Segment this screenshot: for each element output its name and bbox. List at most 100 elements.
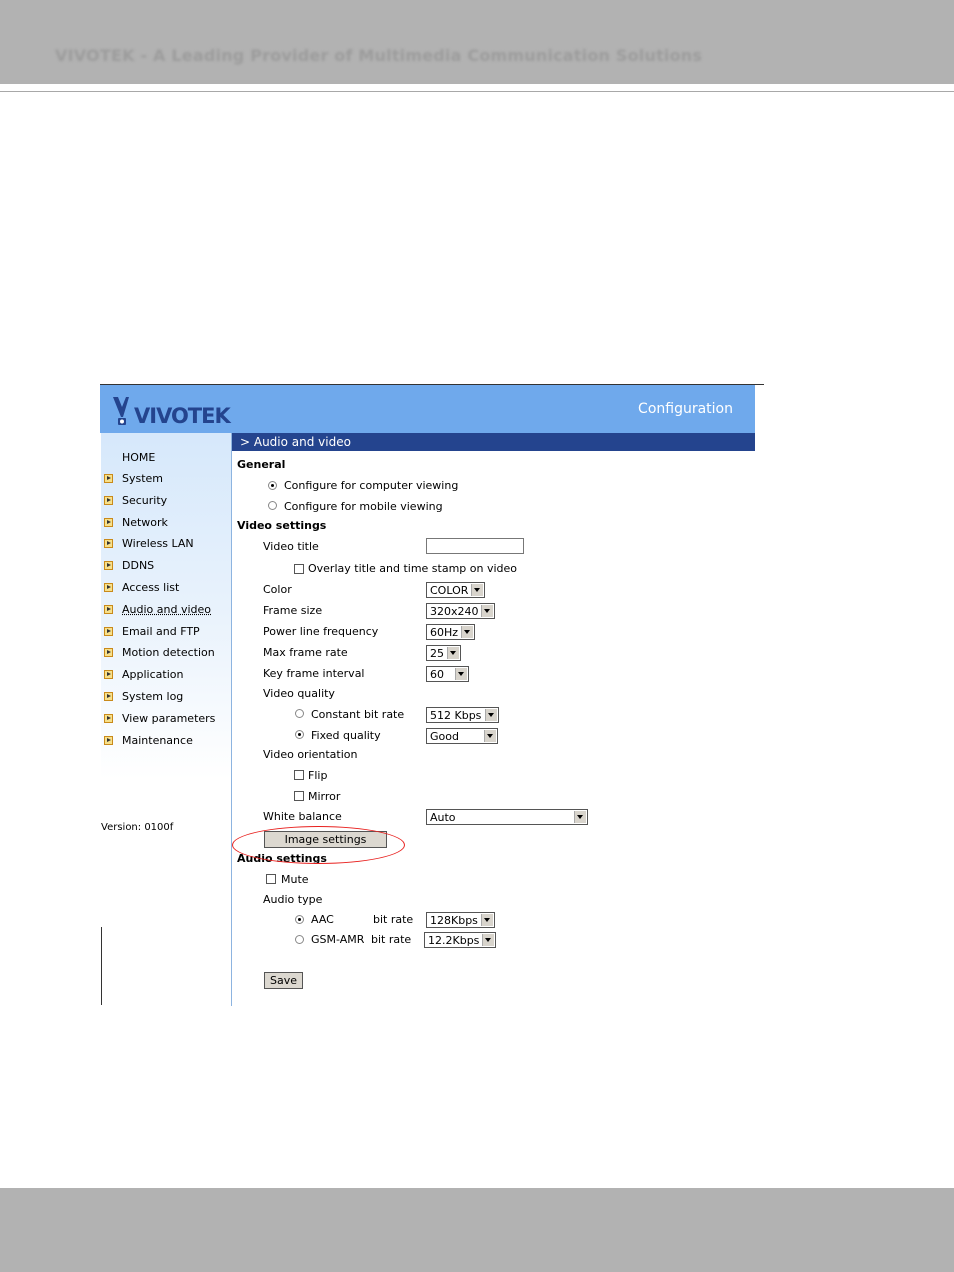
page-footer-band [0, 1188, 954, 1272]
fixed-quality-select-value: Good [430, 730, 459, 743]
power-line-label: Power line frequency [263, 625, 379, 638]
gsm-bitrate-select-value: 12.2Kbps [428, 934, 480, 947]
max-frame-rate-select[interactable]: 25 [426, 645, 461, 661]
mobile-viewing-radio[interactable] [268, 501, 277, 510]
overlay-checkbox[interactable] [294, 564, 304, 574]
sidebar-item-label: Email and FTP [122, 625, 200, 638]
computer-viewing-radio[interactable] [268, 481, 277, 490]
frame-size-select-value: 320x240 [430, 605, 479, 618]
max-frame-rate-label: Max frame rate [263, 646, 348, 659]
mirror-checkbox[interactable] [294, 791, 304, 801]
dropdown-arrow-icon [461, 626, 473, 638]
sidebar-item-label: View parameters [122, 712, 216, 725]
audio-settings-heading: Audio settings [237, 852, 327, 865]
section-title: > Audio and video [240, 435, 351, 449]
power-line-select[interactable]: 60Hz [426, 624, 475, 640]
arrow-bullet-icon [104, 583, 113, 592]
arrow-bullet-icon [104, 561, 113, 570]
page-header-text: VIVOTEK - A Leading Provider of Multimed… [55, 46, 703, 65]
dropdown-arrow-icon [455, 668, 467, 680]
banner-title: Configuration [638, 401, 733, 417]
aac-bitrate-select-value: 128Kbps [430, 914, 478, 927]
sidebar-item-label: Maintenance [122, 734, 193, 747]
mute-checkbox[interactable] [266, 874, 276, 884]
dropdown-arrow-icon [482, 934, 494, 946]
key-frame-select[interactable]: 60 [426, 666, 469, 682]
image-settings-button[interactable]: Image settings [264, 831, 387, 848]
arrow-bullet-icon [104, 714, 113, 723]
save-button[interactable]: Save [264, 972, 303, 989]
vivotek-logo: VIVOTEK [113, 397, 232, 427]
sidebar-item-label: Network [122, 516, 168, 529]
dropdown-arrow-icon [481, 914, 493, 926]
constant-bit-rate-select-value: 512 Kbps [430, 709, 482, 722]
settings-form: General Configure for computer viewing C… [232, 451, 755, 1006]
constant-bit-rate-label: Constant bit rate [311, 708, 405, 721]
white-balance-select-value: Auto [430, 811, 456, 824]
computer-viewing-label: Configure for computer viewing [284, 479, 459, 492]
sidebar: HOME System Security Network Wireless LA… [101, 433, 231, 1004]
mirror-label: Mirror [308, 790, 341, 803]
gsm-amr-radio[interactable] [295, 935, 304, 944]
dropdown-arrow-icon [484, 730, 496, 742]
sidebar-item-label: System log [122, 690, 184, 703]
arrow-bullet-icon [104, 539, 113, 548]
key-frame-select-value: 60 [430, 668, 444, 681]
aac-radio[interactable] [295, 915, 304, 924]
aac-label: AAC [311, 913, 334, 926]
mobile-viewing-label: Configure for mobile viewing [284, 500, 443, 513]
aac-bitrate-select[interactable]: 128Kbps [426, 912, 495, 928]
fixed-quality-radio[interactable] [295, 730, 304, 739]
constant-bit-rate-select[interactable]: 512 Kbps [426, 707, 499, 723]
arrow-bullet-icon [104, 648, 113, 657]
header-rule [0, 91, 954, 92]
overlay-label: Overlay title and time stamp on video [308, 562, 518, 575]
sidebar-item-label: Audio and video [122, 603, 211, 616]
sidebar-item-label: Application [122, 668, 184, 681]
sidebar-home-link[interactable]: HOME [122, 451, 155, 464]
svg-text:VIVOTEK: VIVOTEK [134, 404, 231, 427]
video-quality-label: Video quality [263, 687, 335, 700]
sidebar-item-label: Motion detection [122, 646, 215, 659]
constant-bit-rate-radio[interactable] [295, 709, 304, 718]
arrow-bullet-icon [104, 605, 113, 614]
sidebar-item-label: Access list [122, 581, 180, 594]
aac-bitrate-label: bit rate [373, 913, 414, 926]
left-border-mark [101, 927, 102, 1005]
gsm-bitrate-select[interactable]: 12.2Kbps [424, 932, 496, 948]
arrow-bullet-icon [104, 496, 113, 505]
video-title-label: Video title [263, 540, 319, 553]
white-balance-label: White balance [263, 810, 342, 823]
dropdown-arrow-icon [485, 709, 497, 721]
mute-label: Mute [281, 873, 309, 886]
configuration-window: VIVOTEK Configuration HOME System Securi… [100, 384, 764, 1006]
power-line-select-value: 60Hz [430, 626, 459, 639]
frame-size-select[interactable]: 320x240 [426, 603, 495, 619]
flip-label: Flip [308, 769, 328, 782]
color-select[interactable]: COLOR [426, 582, 485, 598]
key-frame-label: Key frame interval [263, 667, 365, 680]
sidebar-item-label: System [122, 472, 164, 485]
page-header-band: VIVOTEK - A Leading Provider of Multimed… [0, 0, 954, 84]
dropdown-arrow-icon [574, 811, 586, 823]
dropdown-arrow-icon [447, 647, 459, 659]
video-title-input[interactable] [426, 538, 524, 554]
sidebar-item-label: Security [122, 494, 168, 507]
section-title-bar: > Audio and video [232, 433, 755, 451]
arrow-bullet-icon [104, 692, 113, 701]
audio-type-label: Audio type [263, 893, 323, 906]
gsm-bitrate-label: bit rate [371, 933, 412, 946]
arrow-bullet-icon [104, 627, 113, 636]
arrow-bullet-icon [104, 518, 113, 527]
version-text: Version: 0100f [101, 822, 174, 833]
sidebar-item-label: DDNS [122, 559, 155, 572]
sidebar-item-label: Wireless LAN [122, 537, 194, 550]
arrow-bullet-icon [104, 670, 113, 679]
frame-size-label: Frame size [263, 604, 323, 617]
flip-checkbox[interactable] [294, 770, 304, 780]
fixed-quality-select[interactable]: Good [426, 728, 498, 744]
gsm-amr-label: GSM-AMR [311, 933, 365, 946]
fixed-quality-label: Fixed quality [311, 729, 381, 742]
color-select-value: COLOR [430, 584, 469, 597]
white-balance-select[interactable]: Auto [426, 809, 588, 825]
